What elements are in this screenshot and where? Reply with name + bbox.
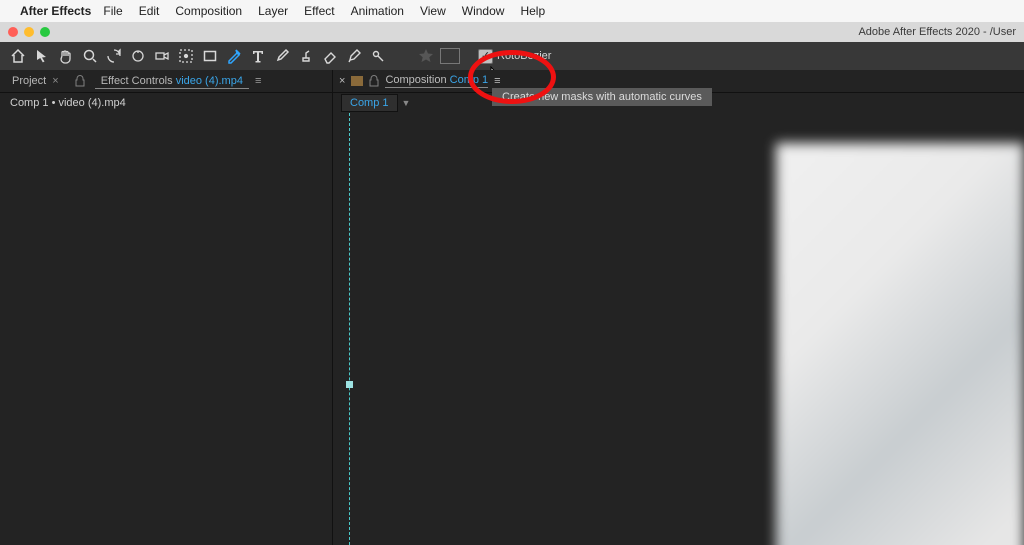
composition-viewer[interactable] — [333, 113, 1024, 545]
eraser-tool-icon[interactable] — [320, 46, 340, 66]
tooltip: Create new masks with automatic curves — [492, 88, 712, 106]
anchor-point-tool-icon[interactable] — [176, 46, 196, 66]
close-icon[interactable]: × — [339, 75, 345, 87]
window-title: Adobe After Effects 2020 - /User — [858, 26, 1016, 38]
menu-window[interactable]: Window — [462, 4, 505, 18]
rotation-tool-icon[interactable] — [128, 46, 148, 66]
menu-composition[interactable]: Composition — [175, 4, 242, 18]
mask-vertex-handle[interactable] — [346, 381, 353, 388]
project-breadcrumb: Comp 1 • video (4).mp4 — [0, 93, 332, 113]
panel-menu-icon[interactable]: ≡ — [255, 75, 261, 87]
pen-tool-icon[interactable] — [224, 46, 244, 66]
camera-tool-icon[interactable] — [152, 46, 172, 66]
lock-icon[interactable] — [369, 75, 379, 87]
project-panel: Project × Effect Controls video (4).mp4 … — [0, 70, 333, 545]
roto-brush-tool-icon[interactable] — [344, 46, 364, 66]
rectangle-tool-icon[interactable] — [200, 46, 220, 66]
menu-view[interactable]: View — [420, 4, 446, 18]
traffic-lights — [8, 27, 50, 37]
tab-effect-controls-target: video (4).mp4 — [176, 75, 243, 87]
minimize-window-icon[interactable] — [24, 27, 34, 37]
menu-help[interactable]: Help — [520, 4, 545, 18]
app-name[interactable]: After Effects — [20, 4, 91, 18]
orbit-tool-icon[interactable] — [104, 46, 124, 66]
menu-edit[interactable]: Edit — [139, 4, 160, 18]
comp-nav-tab[interactable]: Comp 1 — [341, 94, 398, 112]
composition-panel: × Composition Comp 1 ≡ Comp 1 ▼ — [333, 70, 1024, 545]
footage-preview — [776, 143, 1024, 545]
hand-tool-icon[interactable] — [56, 46, 76, 66]
lock-icon[interactable] — [75, 75, 85, 87]
panels-area: Project × Effect Controls video (4).mp4 … — [0, 70, 1024, 545]
menu-file[interactable]: File — [103, 4, 122, 18]
window-titlebar: Adobe After Effects 2020 - /User — [0, 22, 1024, 42]
panel-menu-icon[interactable]: ≡ — [494, 75, 500, 87]
menu-layer[interactable]: Layer — [258, 4, 288, 18]
home-icon[interactable] — [8, 46, 28, 66]
tab-effect-controls-label: Effect Controls — [101, 75, 173, 87]
rotobezier-checkbox[interactable] — [478, 49, 493, 64]
ae-window: Adobe After Effects 2020 - /User RotoBez… — [0, 22, 1024, 545]
rotobezier-label: RotoBezier — [497, 50, 551, 62]
chevron-down-icon[interactable]: ▼ — [402, 98, 411, 108]
macos-menu-bar: After Effects File Edit Composition Laye… — [0, 0, 1024, 22]
tools-toolbar: RotoBezier — [0, 42, 1024, 71]
zoom-tool-icon[interactable] — [80, 46, 100, 66]
close-window-icon[interactable] — [8, 27, 18, 37]
puppet-pin-tool-icon[interactable] — [368, 46, 388, 66]
selection-tool-icon[interactable] — [32, 46, 52, 66]
type-tool-icon[interactable] — [248, 46, 268, 66]
mask-path-guide — [349, 113, 350, 545]
zoom-window-icon[interactable] — [40, 27, 50, 37]
menu-effect[interactable]: Effect — [304, 4, 334, 18]
clone-stamp-tool-icon[interactable] — [296, 46, 316, 66]
composition-icon — [351, 76, 363, 86]
snapping-icon[interactable] — [418, 48, 434, 64]
menu-animation[interactable]: Animation — [351, 4, 404, 18]
tab-composition-name[interactable]: Comp 1 — [450, 74, 489, 86]
tab-effect-controls[interactable]: Effect Controls video (4).mp4 — [95, 73, 249, 89]
close-icon[interactable]: × — [52, 75, 58, 87]
tab-project[interactable]: Project — [6, 73, 52, 89]
fill-stroke-icon[interactable] — [440, 48, 460, 64]
project-panel-tabs: Project × Effect Controls video (4).mp4 … — [0, 70, 332, 93]
rotobezier-option[interactable]: RotoBezier — [478, 49, 551, 64]
brush-tool-icon[interactable] — [272, 46, 292, 66]
tab-composition-label[interactable]: Composition — [385, 74, 446, 86]
